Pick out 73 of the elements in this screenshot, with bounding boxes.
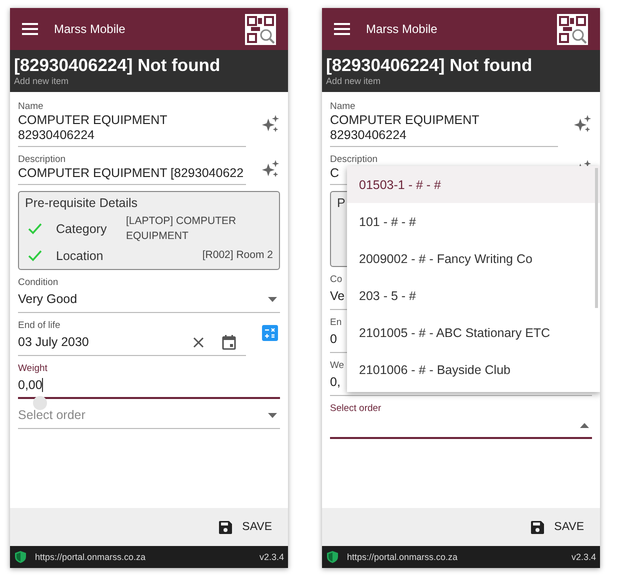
version-text: v2.3.4 bbox=[259, 552, 284, 562]
field-value: C bbox=[330, 166, 340, 181]
field-label: Description bbox=[18, 153, 66, 166]
calculator-icon[interactable] bbox=[262, 325, 278, 341]
field-value: Ve bbox=[330, 288, 345, 304]
qr-scan-icon[interactable] bbox=[557, 14, 588, 44]
text-field[interactable]: Description COMPUTER EQUIPMENT [8293040622 bbox=[18, 153, 246, 185]
select-field[interactable]: Select order bbox=[18, 405, 280, 429]
detail-value: [R002] Room 2 bbox=[201, 248, 273, 263]
field-label: Weight bbox=[18, 362, 48, 375]
field-label: En bbox=[330, 316, 342, 329]
field-value: COMPUTER EQUIPMENT 82930406224 bbox=[330, 113, 480, 143]
page-heading: [82930406224] Not found bbox=[14, 54, 222, 76]
text-field[interactable]: Name COMPUTER EQUIPMENT 82930406224 bbox=[18, 100, 246, 147]
select-field[interactable]: Select order bbox=[330, 402, 592, 439]
sparkle-icon[interactable] bbox=[262, 114, 280, 134]
field-value: 0 bbox=[330, 332, 337, 346]
dropdown-option[interactable]: 2101005 - # - ABC Stationary ETC bbox=[347, 314, 600, 351]
field-value: 0,00 bbox=[18, 378, 42, 392]
field-value: COMPUTER EQUIPMENT 82930406224 bbox=[18, 113, 168, 143]
text-field[interactable]: Name COMPUTER EQUIPMENT 82930406224 bbox=[330, 100, 558, 147]
sparkle-icon[interactable] bbox=[574, 114, 592, 134]
page-heading: [82930406224] Not found bbox=[326, 54, 534, 76]
qr-scan-icon[interactable] bbox=[245, 14, 276, 44]
panel-title: P bbox=[337, 196, 346, 210]
app-title: Marss Mobile bbox=[54, 22, 126, 36]
field-label: Name bbox=[330, 100, 356, 113]
dropdown-option[interactable]: 101 - # - # bbox=[347, 203, 600, 240]
cursor-handle[interactable] bbox=[33, 396, 47, 410]
dropdown-option[interactable]: 01503-1 - # - # bbox=[347, 166, 600, 203]
field-label: We bbox=[330, 359, 344, 372]
url-text: https://portal.onmarss.co.za bbox=[35, 552, 147, 562]
field-label: Co bbox=[330, 273, 342, 286]
app-title: Marss Mobile bbox=[366, 22, 438, 36]
save-button[interactable]: SAVE bbox=[527, 514, 588, 540]
shield-icon bbox=[15, 551, 26, 563]
field-value: Very Good bbox=[18, 292, 78, 306]
calendar-icon[interactable] bbox=[222, 334, 236, 350]
field-label: Condition bbox=[18, 276, 58, 289]
dropdown-option[interactable]: 2101006 - # - Bayside Club bbox=[347, 351, 600, 388]
field-value: 0, bbox=[330, 374, 340, 390]
panel-title: Pre-requisite Details bbox=[25, 196, 138, 210]
field-label: Select order bbox=[330, 402, 382, 415]
detail-label: Location bbox=[56, 248, 104, 262]
page-subheading: Add new item bbox=[326, 76, 382, 87]
dropdown-option[interactable]: 2009002 - # - Fancy Writing Co bbox=[347, 240, 600, 277]
url-text: https://portal.onmarss.co.za bbox=[347, 552, 459, 562]
field-value: 03 July 2030 bbox=[18, 334, 89, 350]
caret-icon bbox=[268, 412, 277, 418]
sparkle-icon[interactable] bbox=[262, 159, 280, 179]
caret-icon bbox=[268, 296, 277, 302]
field-value: COMPUTER EQUIPMENT [8293040622 bbox=[18, 166, 244, 181]
select-field[interactable]: Condition Very Good bbox=[18, 276, 280, 313]
shield-icon bbox=[327, 551, 338, 563]
clear-icon[interactable] bbox=[193, 336, 204, 348]
field-label: End of life bbox=[18, 319, 60, 332]
date-field[interactable]: End of life 03 July 2030 bbox=[18, 319, 246, 356]
scrollbar[interactable] bbox=[595, 168, 598, 308]
save-icon bbox=[531, 520, 544, 534]
field-label: Description bbox=[330, 153, 378, 166]
detail-label: Category bbox=[56, 222, 108, 236]
number-field[interactable]: Weight 0,00 bbox=[18, 362, 280, 399]
field-label: Name bbox=[18, 100, 44, 113]
save-icon bbox=[219, 520, 232, 534]
dropdown-option[interactable]: 203 - 5 - # bbox=[347, 277, 600, 314]
page-subheading: Add new item bbox=[14, 76, 70, 87]
field-placeholder: Select order bbox=[18, 408, 86, 422]
save-button[interactable]: SAVE bbox=[215, 514, 276, 540]
menu-icon[interactable] bbox=[22, 23, 38, 35]
version-text: v2.3.4 bbox=[571, 552, 596, 562]
caret-icon bbox=[580, 422, 589, 428]
menu-icon[interactable] bbox=[334, 23, 350, 35]
detail-value: [LAPTOP] COMPUTER EQUIPMENT bbox=[126, 214, 238, 244]
